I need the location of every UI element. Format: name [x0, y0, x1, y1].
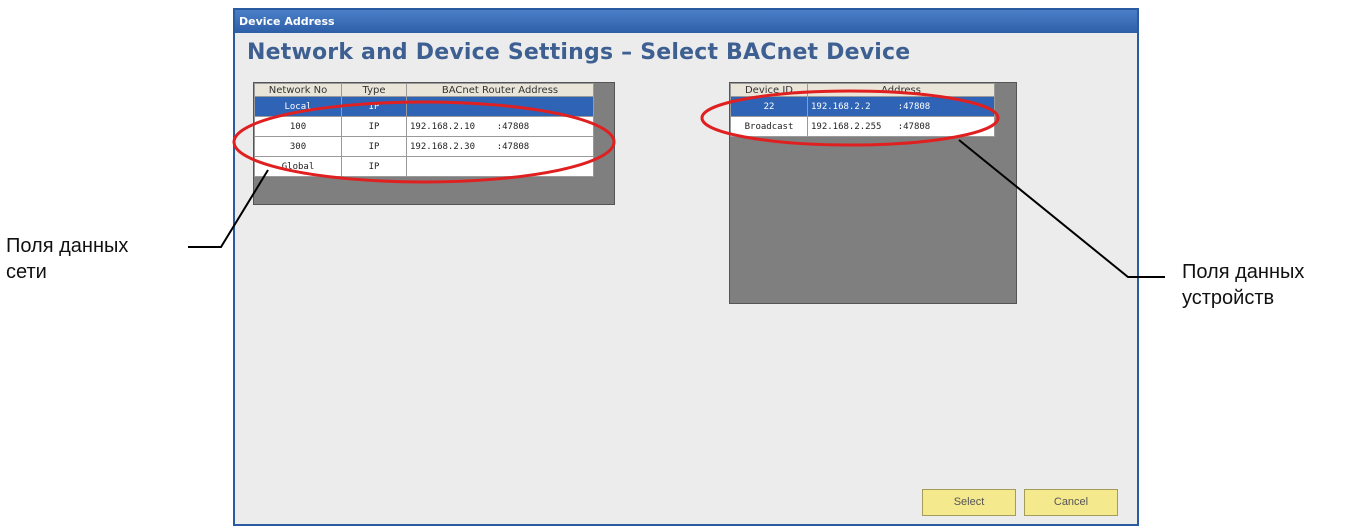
type-cell: IP — [341, 156, 407, 177]
table-row[interactable]: Local IP — [254, 96, 594, 117]
table-row[interactable]: Broadcast 192.168.2.255 :47808 — [730, 116, 995, 137]
network-no-cell: 100 — [254, 116, 342, 137]
select-button[interactable]: Select — [922, 489, 1016, 516]
column-header-address[interactable]: Address — [807, 83, 995, 97]
device-table: Device ID Address 22 192.168.2.2 :47808 … — [729, 82, 1017, 304]
column-header-network-no[interactable]: Network No — [254, 83, 342, 97]
router-address-cell: 192.168.2.10 :47808 — [406, 116, 594, 137]
column-header-router-address[interactable]: BACnet Router Address — [406, 83, 594, 97]
network-no-cell: Local — [254, 96, 342, 117]
device-id-cell: 22 — [730, 96, 808, 117]
table-row[interactable]: Global IP — [254, 156, 594, 177]
annotation-text: сети — [6, 261, 47, 283]
router-address-cell: 192.168.2.30 :47808 — [406, 136, 594, 157]
table-row[interactable]: 22 192.168.2.2 :47808 — [730, 96, 995, 117]
network-table: Network No Type BACnet Router Address Lo… — [253, 82, 615, 205]
device-address-cell: 192.168.2.2 :47808 — [807, 96, 995, 117]
router-address-cell — [406, 156, 594, 177]
table-row[interactable]: 300 IP 192.168.2.30 :47808 — [254, 136, 594, 157]
window-title: Device Address — [235, 10, 1137, 33]
network-fields-annotation: Поля данных сети — [6, 233, 128, 285]
annotation-text: Поля данных — [6, 235, 129, 257]
device-address-window: Device Address Network and Device Settin… — [233, 8, 1139, 526]
column-header-device-id[interactable]: Device ID — [730, 83, 808, 97]
table-row[interactable]: 100 IP 192.168.2.10 :47808 — [254, 116, 594, 137]
device-fields-annotation: Поля данных устройств — [1182, 259, 1304, 311]
type-cell: IP — [341, 136, 407, 157]
cancel-button[interactable]: Cancel — [1024, 489, 1118, 516]
type-cell: IP — [341, 96, 407, 117]
page-title: Network and Device Settings – Select BAC… — [247, 40, 911, 65]
type-cell: IP — [341, 116, 407, 137]
annotation-text: устройств — [1182, 287, 1275, 309]
device-address-cell: 192.168.2.255 :47808 — [807, 116, 995, 137]
router-address-cell — [406, 96, 594, 117]
column-header-type[interactable]: Type — [341, 83, 407, 97]
network-no-cell: Global — [254, 156, 342, 177]
network-no-cell: 300 — [254, 136, 342, 157]
device-id-cell: Broadcast — [730, 116, 808, 137]
annotation-text: Поля данных — [1182, 261, 1305, 283]
